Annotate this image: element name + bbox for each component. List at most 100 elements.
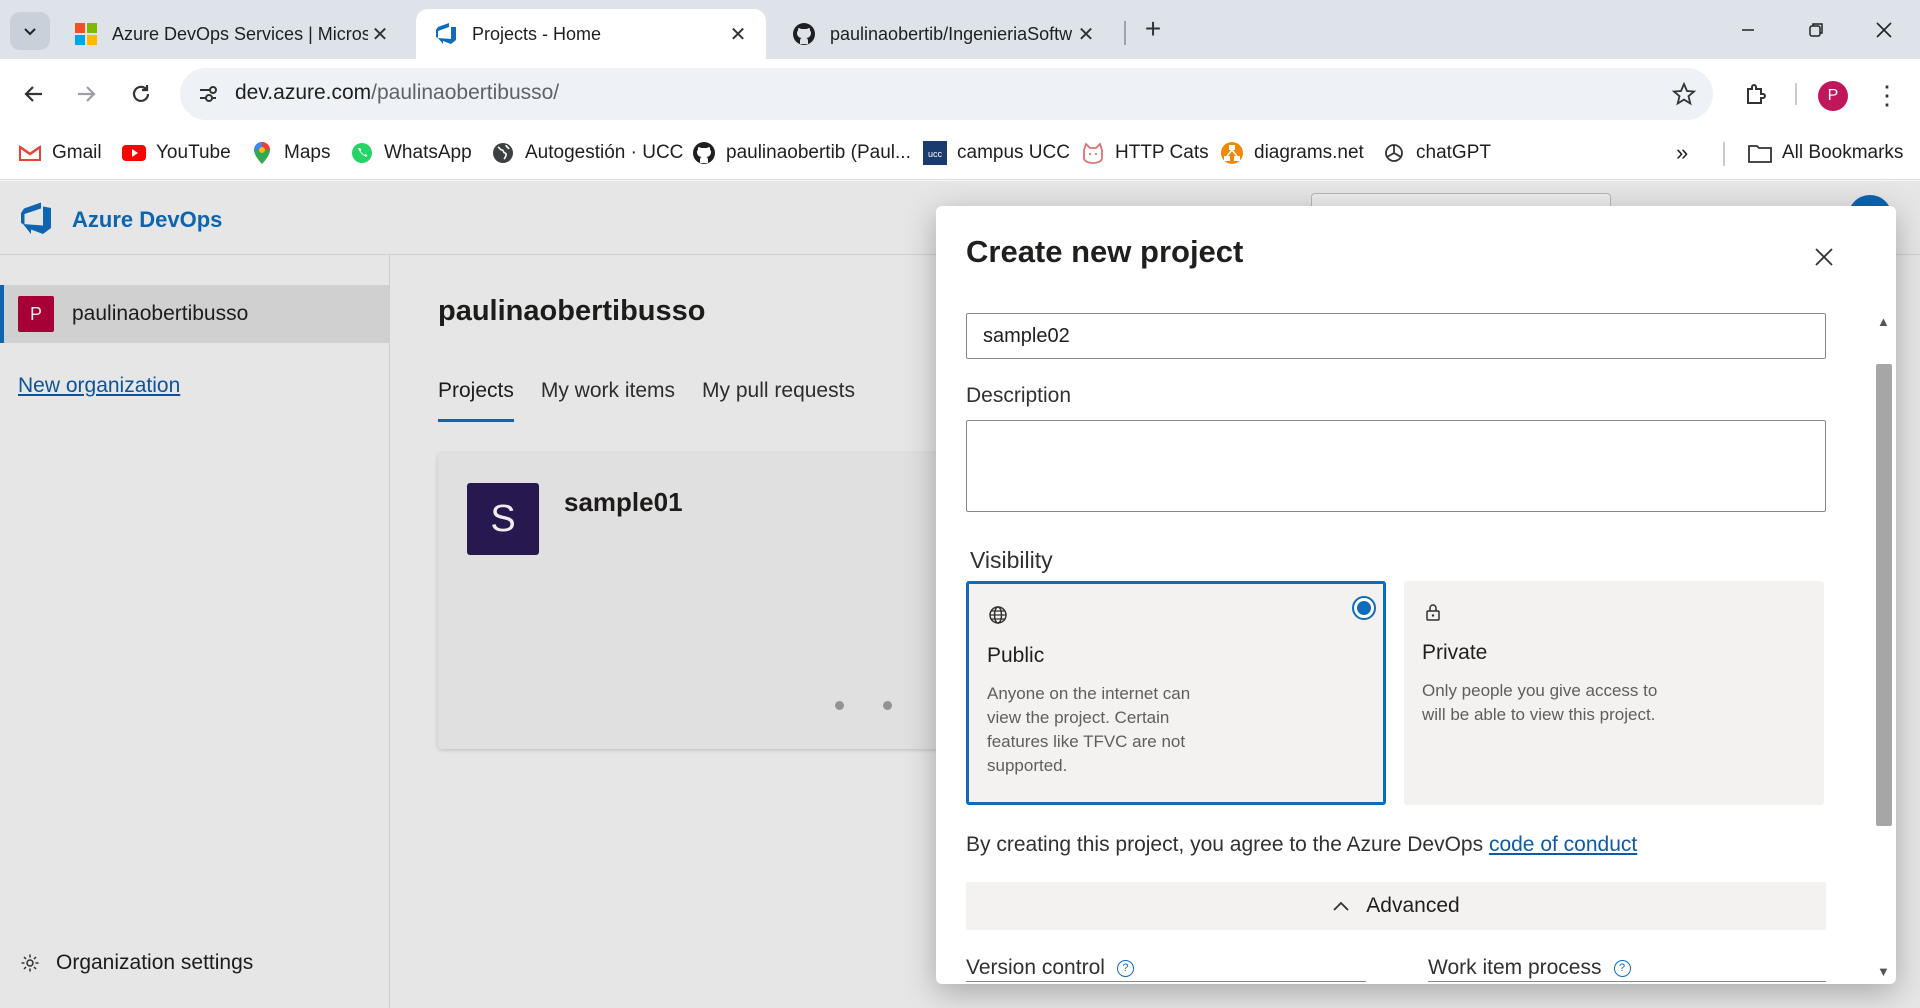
bookmark-label: Gmail (52, 142, 102, 163)
bookmark-http-cats[interactable]: HTTP Cats (1081, 138, 1209, 168)
youtube-icon (122, 141, 146, 165)
close-tab-icon[interactable]: ✕ (726, 22, 750, 46)
agreement-text-body: By creating this project, you agree to t… (966, 833, 1489, 856)
all-bookmarks-button[interactable]: All Bookmarks (1748, 138, 1903, 168)
tab-title: Azure DevOps Services | Micros (112, 23, 368, 44)
tab-projects-home[interactable]: Projects - Home ✕ (416, 9, 766, 59)
toolbar-divider (1795, 83, 1797, 105)
create-project-dialog: Create new project sample02 Description … (936, 206, 1896, 984)
description-label: Description (966, 384, 1072, 407)
restore-icon (1809, 23, 1823, 37)
profile-avatar[interactable]: P (1818, 81, 1848, 111)
lock-icon (1422, 601, 1444, 623)
openai-icon (1382, 141, 1406, 165)
close-tab-icon[interactable]: ✕ (1074, 22, 1098, 46)
arrow-left-icon (24, 86, 42, 102)
bookmark-whatsapp[interactable]: WhatsApp (350, 138, 472, 168)
all-bookmarks-label: All Bookmarks (1782, 142, 1904, 163)
bookmark-chatgpt[interactable]: chatGPT (1382, 138, 1491, 168)
bookmark-github-profile[interactable]: paulinaobertib (Paul... (692, 138, 911, 168)
scrollbar-thumb[interactable] (1876, 364, 1892, 826)
public-radio[interactable] (1352, 596, 1376, 620)
help-icon[interactable]: ? (1116, 959, 1134, 977)
new-tab-button[interactable]: + (1136, 12, 1170, 46)
maps-icon (250, 141, 274, 165)
browser-tab-strip: Azure DevOps Services | Micros ✕ Project… (0, 0, 1920, 59)
bookmark-label: Maps (284, 142, 331, 163)
radio-selected-dot (1357, 601, 1371, 615)
tab-github-repo[interactable]: paulinaobertib/IngenieriaSoftw ✕ (774, 9, 1114, 59)
dialog-scrollbar[interactable]: ▲ ▼ (1872, 314, 1894, 982)
bookmark-campus-ucc[interactable]: ucc campus UCC (923, 138, 1070, 168)
version-control-label: Version control ? (966, 956, 1134, 980)
bookmark-label: Autogestión · UCC (525, 142, 684, 163)
visibility-option-title: Public (987, 644, 1045, 667)
close-window-button[interactable] (1859, 10, 1909, 50)
agreement-text: By creating this project, you agree to t… (966, 833, 1637, 857)
close-icon (1815, 248, 1833, 266)
scroll-down-icon[interactable]: ▼ (1877, 964, 1890, 979)
work-item-process-dropdown[interactable] (1428, 981, 1826, 984)
bookmarks-divider (1723, 142, 1725, 166)
url-path: /paulinaobertibusso/ (371, 81, 560, 104)
more-bookmarks-button[interactable]: » (1676, 138, 1688, 168)
scroll-up-icon[interactable]: ▲ (1877, 314, 1890, 329)
bookmark-label: HTTP Cats (1115, 142, 1209, 163)
bookmark-label: chatGPT (1416, 142, 1491, 163)
minimize-icon (1742, 29, 1754, 31)
visibility-private-option[interactable]: Private Only people you give access to w… (1404, 581, 1824, 805)
reload-icon (132, 85, 150, 102)
project-name-input[interactable]: sample02 (966, 313, 1826, 359)
microsoft-logo-icon (75, 23, 97, 45)
site-settings-icon[interactable] (194, 80, 222, 108)
github-icon (793, 23, 815, 45)
forward-button[interactable] (69, 77, 103, 111)
visibility-option-title: Private (1422, 641, 1488, 664)
address-bar[interactable]: dev.azure.com/paulinaobertibusso/ (180, 68, 1713, 120)
bookmark-gmail[interactable]: Gmail (18, 138, 102, 168)
minimize-button[interactable] (1723, 10, 1773, 50)
browser-menu-icon[interactable]: ⋮ (1872, 79, 1902, 111)
reload-button[interactable] (124, 77, 158, 111)
close-icon (1876, 22, 1892, 38)
bookmark-label: paulinaobertib (Paul... (726, 142, 911, 163)
visibility-option-description: Only people you give access to will be a… (1422, 681, 1658, 724)
ucc-icon: ucc (923, 141, 947, 165)
version-control-dropdown[interactable] (966, 981, 1366, 984)
restore-button[interactable] (1791, 10, 1841, 50)
gmail-icon (18, 141, 42, 165)
bookmark-label: WhatsApp (384, 142, 472, 163)
close-dialog-button[interactable] (1808, 241, 1840, 273)
bookmark-star-icon[interactable] (1669, 79, 1699, 109)
bookmark-label: campus UCC (957, 142, 1070, 163)
bookmark-youtube[interactable]: YouTube (122, 138, 231, 168)
browser-toolbar: dev.azure.com/paulinaobertibusso/ P ⋮ (0, 59, 1920, 128)
advanced-toggle-button[interactable]: Advanced (966, 882, 1826, 930)
tab-separator (1124, 21, 1126, 45)
close-tab-icon[interactable]: ✕ (368, 22, 392, 46)
visibility-public-option[interactable]: Public Anyone on the internet can view t… (966, 581, 1386, 805)
arrow-right-icon (78, 86, 96, 102)
bookmark-autogestion[interactable]: Autogestión · UCC (491, 138, 683, 168)
folder-icon (1748, 141, 1772, 165)
version-control-text: Version control (966, 956, 1105, 979)
bookmark-label: diagrams.net (1254, 142, 1364, 163)
dialog-title: Create new project (966, 234, 1244, 269)
tab-search-button[interactable] (10, 12, 50, 50)
work-item-process-text: Work item process (1428, 956, 1602, 979)
tab-azure-devops-services[interactable]: Azure DevOps Services | Micros ✕ (56, 9, 408, 59)
description-textarea[interactable] (966, 420, 1826, 512)
bookmark-maps[interactable]: Maps (250, 138, 330, 168)
help-icon[interactable]: ? (1613, 959, 1631, 977)
chevron-up-icon (1332, 900, 1350, 912)
extensions-button[interactable] (1739, 77, 1773, 111)
puzzle-icon (1747, 84, 1766, 104)
advanced-label: Advanced (1366, 894, 1460, 917)
bookmark-diagrams[interactable]: diagrams.net (1220, 138, 1364, 168)
back-button[interactable] (17, 77, 51, 111)
diagrams-icon (1220, 141, 1244, 165)
globe-icon (491, 141, 515, 165)
globe-icon (987, 604, 1009, 626)
bookmark-label: YouTube (156, 142, 231, 163)
code-of-conduct-link[interactable]: code of conduct (1489, 833, 1637, 856)
